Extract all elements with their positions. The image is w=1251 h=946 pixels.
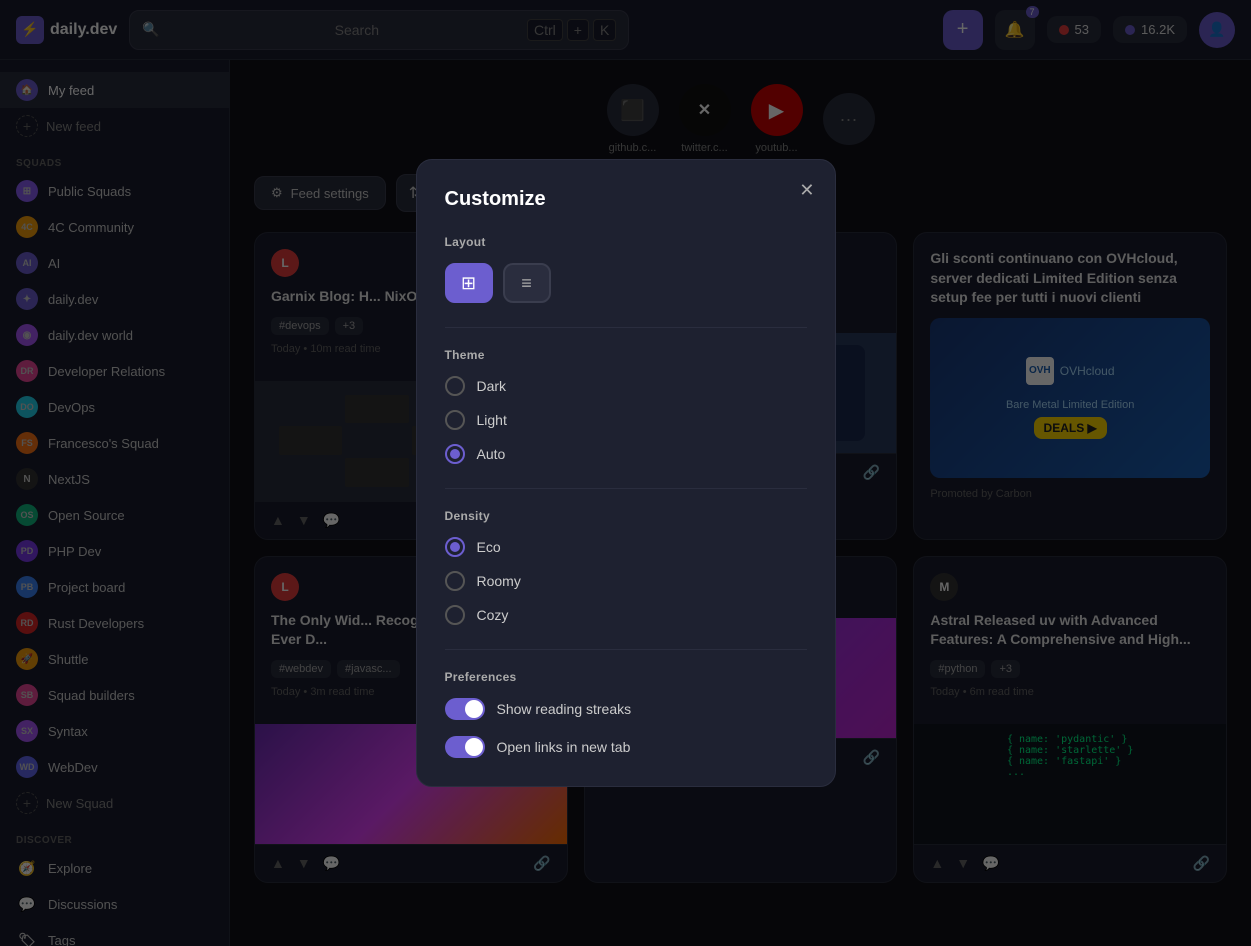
density-eco-dot bbox=[450, 542, 460, 552]
preferences-options: Show reading streaks Open links in new t… bbox=[445, 698, 807, 758]
pref-open-links[interactable]: Open links in new tab bbox=[445, 736, 807, 758]
modal-title: Customize bbox=[445, 188, 807, 211]
density-cozy-label: Cozy bbox=[477, 607, 509, 623]
theme-auto[interactable]: Auto bbox=[445, 444, 807, 464]
density-roomy[interactable]: Roomy bbox=[445, 571, 807, 591]
reading-streaks-toggle[interactable] bbox=[445, 698, 485, 720]
theme-light-radio bbox=[445, 410, 465, 430]
density-eco-radio bbox=[445, 537, 465, 557]
divider-2 bbox=[445, 488, 807, 489]
theme-auto-dot bbox=[450, 449, 460, 459]
divider-1 bbox=[445, 327, 807, 328]
reading-streaks-label: Show reading streaks bbox=[497, 701, 632, 717]
reading-streaks-thumb bbox=[465, 700, 483, 718]
theme-section-label: Theme bbox=[445, 348, 807, 362]
divider-3 bbox=[445, 649, 807, 650]
theme-auto-label: Auto bbox=[477, 446, 506, 462]
theme-dark-radio bbox=[445, 376, 465, 396]
density-section-label: Density bbox=[445, 509, 807, 523]
modal-close-button[interactable]: ✕ bbox=[799, 180, 814, 201]
density-roomy-label: Roomy bbox=[477, 573, 521, 589]
layout-grid-button[interactable]: ⊞ bbox=[445, 263, 493, 303]
open-links-thumb bbox=[465, 738, 483, 756]
theme-light-label: Light bbox=[477, 412, 507, 428]
theme-light[interactable]: Light bbox=[445, 410, 807, 430]
open-links-toggle[interactable] bbox=[445, 736, 485, 758]
layout-list-button[interactable]: ≡ bbox=[503, 263, 551, 303]
open-links-label: Open links in new tab bbox=[497, 739, 631, 755]
theme-dark-label: Dark bbox=[477, 378, 507, 394]
pref-reading-streaks[interactable]: Show reading streaks bbox=[445, 698, 807, 720]
preferences-section-label: Preferences bbox=[445, 670, 807, 684]
theme-options: Dark Light Auto bbox=[445, 376, 807, 464]
customize-modal: Customize ✕ Layout ⊞ ≡ Theme Dark Light … bbox=[416, 159, 836, 787]
layout-section-label: Layout bbox=[445, 235, 807, 249]
layout-options: ⊞ ≡ bbox=[445, 263, 807, 303]
density-cozy-radio bbox=[445, 605, 465, 625]
density-cozy[interactable]: Cozy bbox=[445, 605, 807, 625]
density-roomy-radio bbox=[445, 571, 465, 591]
modal-overlay[interactable]: Customize ✕ Layout ⊞ ≡ Theme Dark Light … bbox=[0, 0, 1251, 946]
density-options: Eco Roomy Cozy bbox=[445, 537, 807, 625]
density-eco[interactable]: Eco bbox=[445, 537, 807, 557]
density-eco-label: Eco bbox=[477, 539, 501, 555]
theme-auto-radio bbox=[445, 444, 465, 464]
theme-dark[interactable]: Dark bbox=[445, 376, 807, 396]
